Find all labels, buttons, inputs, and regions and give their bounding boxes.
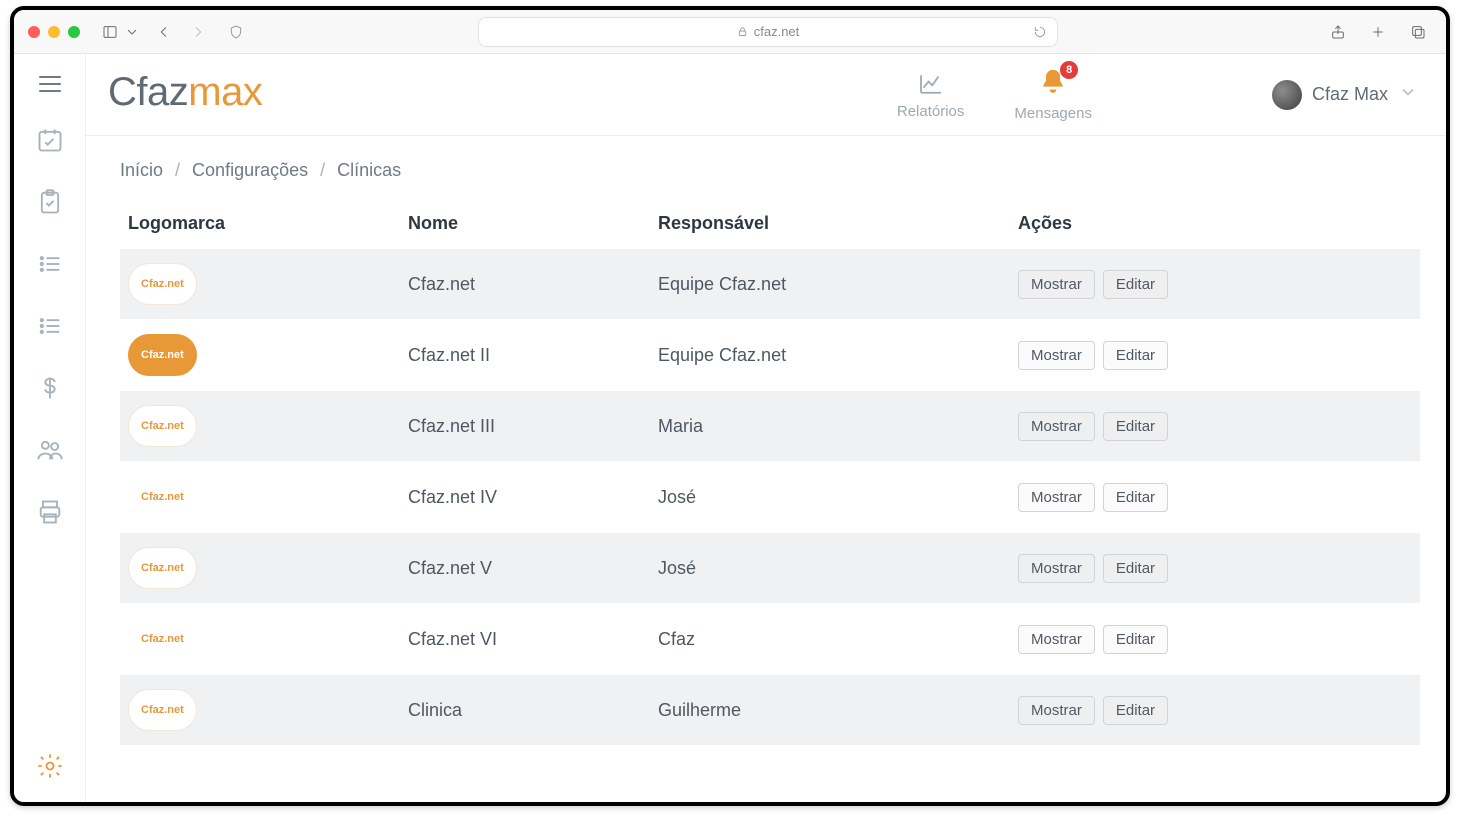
window-controls[interactable]	[28, 26, 80, 38]
rail-list-icon[interactable]	[36, 250, 64, 278]
show-button[interactable]: Mostrar	[1018, 554, 1095, 583]
edit-button[interactable]: Editar	[1103, 412, 1168, 441]
browser-toolbar: cfaz.net	[14, 10, 1446, 54]
rail-users-icon[interactable]	[36, 436, 64, 464]
edit-button[interactable]: Editar	[1103, 696, 1168, 725]
edit-button[interactable]: Editar	[1103, 341, 1168, 370]
show-button[interactable]: Mostrar	[1018, 341, 1095, 370]
show-button[interactable]: Mostrar	[1018, 625, 1095, 654]
th-actions: Ações	[1010, 203, 1420, 249]
chevron-down-icon[interactable]	[118, 18, 146, 46]
table-row: Cfaz.net ClinicaGuilherme Mostrar Editar	[120, 675, 1420, 746]
close-icon[interactable]	[28, 26, 40, 38]
menu-toggle[interactable]	[39, 76, 61, 92]
clinic-name: Cfaz.net III	[400, 391, 650, 462]
table-row: Cfaz.net Cfaz.net IIEquipe Cfaz.net Mostra…	[120, 320, 1420, 391]
clinic-name: Cfaz.net VI	[400, 604, 650, 675]
table-row: Cfaz.net Cfaz.net VJosé Mostrar Editar	[120, 533, 1420, 604]
clinic-name: Clinica	[400, 675, 650, 746]
url-text: cfaz.net	[754, 24, 800, 39]
left-rail	[14, 54, 86, 802]
crumb-settings[interactable]: Configurações	[192, 160, 308, 181]
th-resp: Responsável	[650, 203, 1010, 249]
minimize-icon[interactable]	[48, 26, 60, 38]
table-row: Cfaz.net Cfaz.net IVJosé Mostrar Editar	[120, 462, 1420, 533]
clinic-responsible: Cfaz	[650, 604, 1010, 675]
tabs-overview-icon[interactable]	[1404, 18, 1432, 46]
clinic-responsible: José	[650, 462, 1010, 533]
clinic-logo-icon: Cfaz.net	[128, 263, 197, 305]
clinics-table: Logomarca Nome Responsável Ações Cfaz.ne…	[120, 203, 1420, 745]
back-button[interactable]	[150, 18, 178, 46]
edit-button[interactable]: Editar	[1103, 483, 1168, 512]
hamburger-icon	[39, 76, 61, 92]
show-button[interactable]: Mostrar	[1018, 412, 1095, 441]
show-button[interactable]: Mostrar	[1018, 483, 1095, 512]
clinic-responsible: Maria	[650, 391, 1010, 462]
nav-messages[interactable]: 8 Mensagens	[1014, 67, 1092, 122]
new-tab-icon[interactable]	[1364, 18, 1392, 46]
clinic-logo-icon: Cfaz.net	[128, 547, 197, 589]
clinic-name: Cfaz.net IV	[400, 462, 650, 533]
rail-settings-icon[interactable]	[36, 752, 64, 780]
show-button[interactable]: Mostrar	[1018, 270, 1095, 299]
table-row: Cfaz.net Cfaz.net VICfaz Mostrar Editar	[120, 604, 1420, 675]
clinic-responsible: José	[650, 533, 1010, 604]
address-bar[interactable]: cfaz.net	[478, 17, 1058, 47]
app-logo[interactable]: Cfazmax	[108, 70, 262, 115]
user-name: Cfaz Max	[1312, 84, 1388, 105]
crumb-current: Clínicas	[337, 160, 401, 181]
content-area: Cfazmax Relatórios 8 Mensagens	[86, 54, 1446, 802]
rail-print-icon[interactable]	[36, 498, 64, 526]
main-content: Início / Configurações / Clínicas Logoma…	[86, 136, 1446, 802]
clinic-responsible: Equipe Cfaz.net	[650, 249, 1010, 320]
forward-button[interactable]	[184, 18, 212, 46]
maximize-icon[interactable]	[68, 26, 80, 38]
edit-button[interactable]: Editar	[1103, 625, 1168, 654]
crumb-home[interactable]: Início	[120, 160, 163, 181]
avatar	[1272, 80, 1302, 110]
clinic-responsible: Equipe Cfaz.net	[650, 320, 1010, 391]
clinic-logo-icon: Cfaz.net	[128, 689, 197, 731]
table-row: Cfaz.net Cfaz.net IIIMaria Mostrar Editar	[120, 391, 1420, 462]
app-root: Cfazmax Relatórios 8 Mensagens	[14, 54, 1446, 802]
rail-finance-icon[interactable]	[36, 374, 64, 402]
show-button[interactable]: Mostrar	[1018, 696, 1095, 725]
privacy-shield-icon[interactable]	[222, 18, 250, 46]
share-icon[interactable]	[1324, 18, 1352, 46]
clinic-responsible: Guilherme	[650, 675, 1010, 746]
lock-icon	[737, 26, 748, 37]
clinic-name: Cfaz.net II	[400, 320, 650, 391]
rail-calendar-check-icon[interactable]	[36, 126, 64, 154]
th-logo: Logomarca	[120, 203, 400, 249]
nav-reports[interactable]: Relatórios	[897, 69, 965, 120]
chart-line-icon	[916, 69, 946, 99]
rail-list2-icon[interactable]	[36, 312, 64, 340]
rail-clipboard-check-icon[interactable]	[36, 188, 64, 216]
clinic-logo-icon: Cfaz.net	[128, 476, 197, 518]
th-name: Nome	[400, 203, 650, 249]
clinic-logo-icon: Cfaz.net	[128, 405, 197, 447]
edit-button[interactable]: Editar	[1103, 270, 1168, 299]
app-header: Cfazmax Relatórios 8 Mensagens	[86, 54, 1446, 136]
clinic-logo-icon: Cfaz.net	[128, 618, 197, 660]
table-row: Cfaz.netCfaz.netEquipe Cfaz.netMostrarEd…	[120, 249, 1420, 320]
clinic-logo-icon: Cfaz.net	[128, 334, 197, 376]
reload-icon[interactable]	[1033, 25, 1047, 42]
breadcrumb: Início / Configurações / Clínicas	[120, 160, 1420, 181]
chevron-down-icon	[1398, 82, 1418, 107]
browser-window: cfaz.net	[10, 6, 1450, 806]
notification-badge: 8	[1060, 61, 1078, 79]
clinic-name: Cfaz.net V	[400, 533, 650, 604]
clinic-name: Cfaz.net	[400, 249, 650, 320]
user-menu[interactable]: Cfaz Max	[1272, 80, 1418, 110]
edit-button[interactable]: Editar	[1103, 554, 1168, 583]
